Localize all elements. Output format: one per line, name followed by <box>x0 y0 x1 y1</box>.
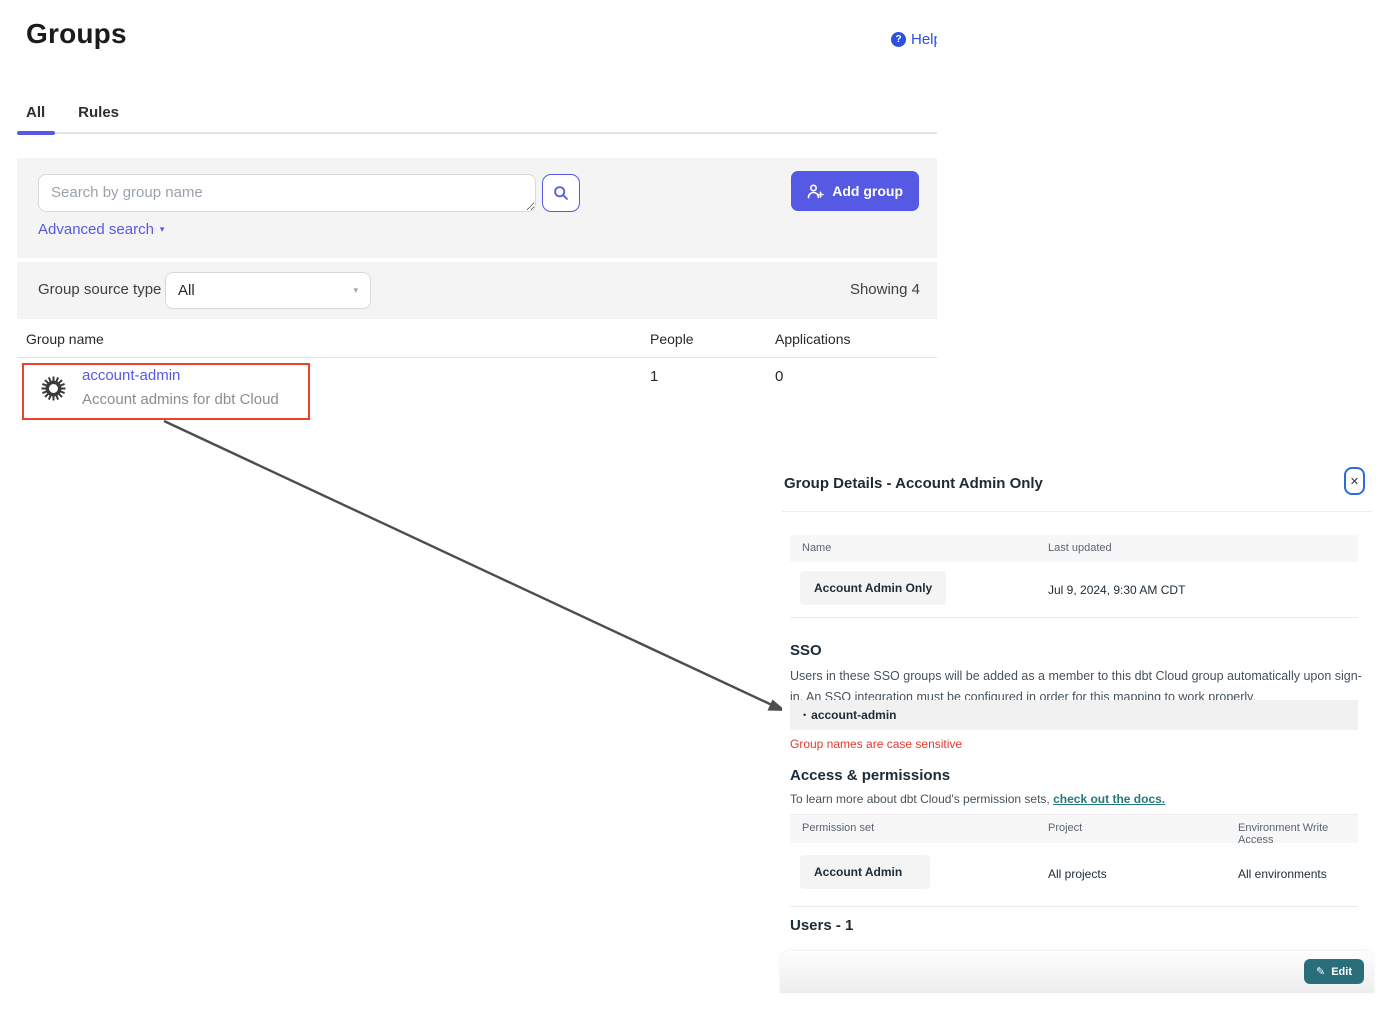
column-header-people: People <box>650 331 694 347</box>
permissions-table: Permission set Project Environment Write… <box>790 814 1358 907</box>
add-group-button[interactable]: Add group <box>791 171 919 211</box>
tab-active-indicator <box>17 131 55 135</box>
tab-underline-track-line <box>17 132 937 134</box>
selected-source-type: All <box>178 282 195 299</box>
permissions-table-header: Permission set Project Environment Write… <box>790 815 1358 843</box>
case-sensitive-warning: Group names are case sensitive <box>790 737 962 751</box>
project-value: All projects <box>1048 867 1107 881</box>
name-table-row: Account Admin Only Jul 9, 2024, 9:30 AM … <box>790 562 1358 618</box>
search-button[interactable] <box>542 174 580 212</box>
details-footer: ✎ Edit <box>780 951 1374 993</box>
last-updated-value: Jul 9, 2024, 9:30 AM CDT <box>1048 583 1185 597</box>
pencil-icon: ✎ <box>1316 965 1325 978</box>
user-plus-icon <box>807 184 824 199</box>
group-source-type-select[interactable]: All ▾ <box>165 272 371 309</box>
bullet-icon: • <box>803 710 806 720</box>
sso-group-list-item: • account-admin <box>790 700 1358 730</box>
tab-underline <box>17 131 937 135</box>
access-intro: To learn more about dbt Cloud's permissi… <box>790 792 1165 806</box>
tab-rules[interactable]: Rules <box>78 104 119 121</box>
search-icon <box>553 185 569 201</box>
details-header-divider <box>782 511 1372 512</box>
chevron-down-icon: ▾ <box>160 224 165 235</box>
group-description: Account admins for dbt Cloud <box>82 391 279 408</box>
column-header-last-updated: Last updated <box>1048 542 1112 554</box>
users-heading: Users - 1 <box>790 917 853 934</box>
access-permissions-heading: Access & permissions <box>790 767 950 784</box>
docs-link[interactable]: check out the docs. <box>1053 792 1165 806</box>
group-source-type-label: Group source type <box>38 281 161 298</box>
showing-count: Showing 4 <box>850 281 920 298</box>
tab-bar: All Rules <box>26 104 119 121</box>
tab-all[interactable]: All <box>26 104 45 121</box>
sso-heading: SSO <box>790 642 822 659</box>
column-header-name: Name <box>802 542 831 554</box>
filter-bar: Group source type All ▾ Showing 4 <box>17 262 937 319</box>
add-group-label: Add group <box>832 183 903 199</box>
name-table: Name Last updated Account Admin Only Jul… <box>790 535 1358 618</box>
help-icon: ? <box>891 32 906 47</box>
access-intro-text: To learn more about dbt Cloud's permissi… <box>790 792 1053 806</box>
group-name-chip: Account Admin Only <box>800 571 946 605</box>
column-header-project: Project <box>1048 822 1082 834</box>
edit-button[interactable]: ✎ Edit <box>1304 959 1364 984</box>
chevron-down-icon: ▾ <box>353 285 358 296</box>
name-table-header: Name Last updated <box>790 535 1358 562</box>
edit-label: Edit <box>1331 966 1352 978</box>
group-applications-count: 0 <box>775 368 783 385</box>
groups-table-header: Group name People Applications <box>17 325 937 358</box>
groups-table: Group name People Applications account-a… <box>17 325 937 421</box>
search-input[interactable] <box>38 174 536 212</box>
help-label: Help <box>911 31 937 48</box>
groups-admin-page: Groups ? Help All Rules Advanced search … <box>0 0 1386 1009</box>
group-details-panel: Group Details - Account Admin Only ✕ Nam… <box>782 465 1372 1009</box>
column-header-permission-set: Permission set <box>802 822 874 834</box>
search-panel: Advanced search ▾ Add group <box>17 158 937 258</box>
environment-value: All environments <box>1238 867 1327 881</box>
help-link[interactable]: ? Help <box>891 31 937 48</box>
sso-group-name: account-admin <box>811 708 896 722</box>
close-icon[interactable]: ✕ <box>1344 467 1365 495</box>
column-header-applications: Applications <box>775 331 851 347</box>
permissions-table-row: Account Admin All projects All environme… <box>790 843 1358 907</box>
advanced-search-label: Advanced search <box>38 221 154 238</box>
group-people-count: 1 <box>650 368 658 385</box>
details-title: Group Details - Account Admin Only <box>784 475 1043 492</box>
advanced-search-toggle[interactable]: Advanced search ▾ <box>38 221 164 238</box>
group-name-link[interactable]: account-admin <box>82 367 180 384</box>
permission-set-chip: Account Admin <box>800 855 930 889</box>
table-row[interactable]: account-admin Account admins for dbt Clo… <box>17 358 937 421</box>
group-sunburst-icon <box>40 375 67 402</box>
column-header-group-name: Group name <box>26 331 104 347</box>
page-title: Groups <box>26 18 127 50</box>
